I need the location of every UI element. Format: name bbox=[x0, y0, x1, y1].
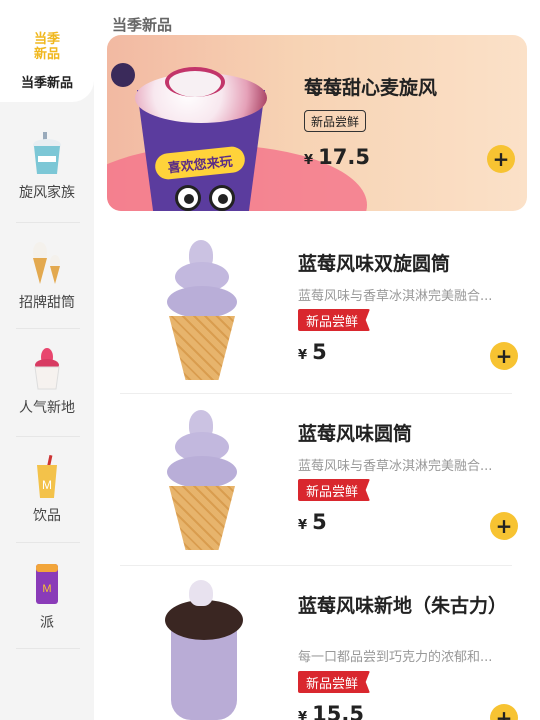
product-card[interactable]: 蓝莓风味圆筒 蓝莓风味与香草冰淇淋完美融合... 新品尝鲜 ¥ 5 + bbox=[107, 410, 527, 560]
eye-icon bbox=[209, 185, 235, 211]
sidebar-item-sundae[interactable]: 人气新地 bbox=[0, 347, 94, 427]
category-sidebar: 当季 新品 当季新品 旋风家族 招牌甜筒 人气新地 M 饮品 M 派 bbox=[0, 0, 94, 720]
sidebar-item-label: 招牌甜筒 bbox=[19, 295, 75, 311]
chocolate-topping-image bbox=[165, 600, 243, 640]
product-card[interactable]: 蓝莓风味双旋圆筒 蓝莓风味与香草冰淇淋完美融合... 新品尝鲜 ¥ 5 + bbox=[107, 240, 527, 390]
drink-icon: M bbox=[37, 455, 57, 498]
pie-icon: M bbox=[36, 564, 58, 604]
add-to-cart-button[interactable]: + bbox=[490, 342, 518, 370]
soft-serve-image bbox=[167, 240, 237, 324]
list-divider bbox=[120, 393, 512, 394]
cone-icon bbox=[33, 242, 60, 284]
section-title: 当季新品 bbox=[112, 16, 173, 34]
blueberry-cone-image bbox=[157, 410, 247, 550]
currency-symbol: ¥ bbox=[298, 710, 308, 720]
add-to-cart-button[interactable]: + bbox=[490, 512, 518, 540]
product-description: 蓝莓风味与香草冰淇淋完美融合... bbox=[298, 289, 493, 304]
product-description: 蓝莓风味与香草冰淇淋完美融合... bbox=[298, 459, 493, 474]
sidebar-divider bbox=[16, 222, 80, 223]
list-divider bbox=[120, 565, 512, 566]
new-badge: 新品尝鲜 bbox=[298, 479, 371, 501]
sidebar-item-pie[interactable]: M 派 bbox=[0, 562, 94, 642]
sidebar-item-new-products[interactable]: 当季 新品 当季新品 bbox=[0, 0, 94, 102]
product-name: 蓝莓风味双旋圆筒 bbox=[298, 253, 451, 275]
sidebar-item-cone[interactable]: 招牌甜筒 bbox=[0, 240, 94, 320]
product-description: 每一口都品尝到巧克力的浓郁和... bbox=[298, 650, 493, 665]
blueberry-twist-cone-image bbox=[157, 240, 247, 380]
currency-symbol: ¥ bbox=[304, 153, 314, 168]
product-list-panel: 当季新品 喜欢您来玩 莓莓甜心麦旋风 新品尝鲜 ¥ 17.5 + 蓝莓风味双旋圆… bbox=[94, 0, 540, 720]
sidebar-item-label: 派 bbox=[40, 615, 54, 631]
soft-serve-image bbox=[189, 580, 213, 606]
new-badge: 新品尝鲜 bbox=[298, 309, 371, 331]
price-amount: 5 bbox=[312, 510, 327, 534]
price-amount: 17.5 bbox=[318, 145, 370, 169]
product-name: 蓝莓风味新地（朱古力） bbox=[298, 595, 508, 617]
new-products-icon: 当季 新品 bbox=[33, 32, 60, 62]
product-card[interactable]: 蓝莓风味新地（朱古力） 每一口都品尝到巧克力的浓郁和... 新品尝鲜 ¥ 15.… bbox=[107, 580, 527, 720]
add-to-cart-button[interactable]: + bbox=[490, 704, 518, 720]
toy-decoration bbox=[111, 63, 135, 87]
sidebar-divider bbox=[16, 436, 80, 437]
product-price: ¥ 17.5 bbox=[304, 145, 370, 169]
price-amount: 5 bbox=[312, 340, 327, 364]
sidebar-item-label: 旋风家族 bbox=[19, 185, 75, 201]
eye-icon bbox=[175, 185, 201, 211]
sidebar-item-label: 饮品 bbox=[33, 508, 61, 524]
sidebar-divider bbox=[16, 542, 80, 543]
featured-product-card[interactable]: 喜欢您来玩 莓莓甜心麦旋风 新品尝鲜 ¥ 17.5 + bbox=[107, 35, 527, 211]
svg-text:M: M bbox=[42, 583, 51, 595]
add-to-cart-button[interactable]: + bbox=[487, 145, 515, 173]
sidebar-item-mcflurry[interactable]: 旋风家族 bbox=[0, 132, 94, 212]
product-price: ¥ 15.5 bbox=[298, 702, 364, 720]
cup-eyes-decoration bbox=[167, 185, 247, 211]
waffle-cone-image bbox=[169, 316, 235, 380]
sidebar-divider bbox=[16, 328, 80, 329]
currency-symbol: ¥ bbox=[298, 348, 308, 363]
product-name: 蓝莓风味圆筒 bbox=[298, 423, 413, 445]
soft-serve-image bbox=[167, 410, 237, 494]
price-amount: 15.5 bbox=[312, 702, 364, 720]
product-price: ¥ 5 bbox=[298, 340, 327, 364]
sidebar-item-drink[interactable]: M 饮品 bbox=[0, 455, 94, 535]
product-price: ¥ 5 bbox=[298, 510, 327, 534]
new-badge: 新品尝鲜 bbox=[298, 671, 371, 693]
new-tag: 新品尝鲜 bbox=[304, 110, 367, 132]
waffle-cone-image bbox=[169, 486, 235, 550]
svg-text:M: M bbox=[42, 478, 52, 492]
blueberry-chocolate-sundae-image bbox=[157, 580, 247, 720]
sidebar-divider bbox=[16, 648, 80, 649]
mcflurry-icon bbox=[33, 132, 61, 174]
sidebar-item-label: 人气新地 bbox=[19, 400, 75, 416]
sundae-icon bbox=[34, 348, 60, 390]
product-name: 莓莓甜心麦旋风 bbox=[304, 77, 438, 99]
cream-swirl-image bbox=[165, 67, 225, 97]
sidebar-item-label: 当季新品 bbox=[20, 76, 73, 91]
currency-symbol: ¥ bbox=[298, 518, 308, 533]
